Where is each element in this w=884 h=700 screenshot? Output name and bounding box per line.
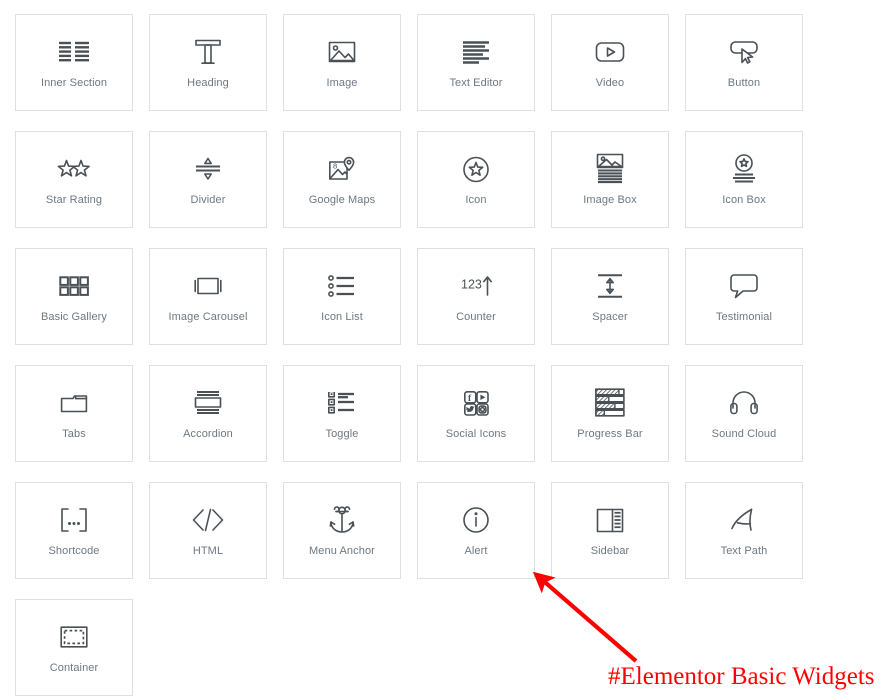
widget-label: Image Carousel: [168, 311, 248, 323]
widget-card-text-path[interactable]: Text Path: [685, 482, 803, 579]
widget-label: Alert: [464, 545, 488, 557]
image-box-icon: [596, 152, 624, 186]
widget-label: Google Maps: [308, 194, 376, 206]
widget-card-social-icons[interactable]: f Social Icons: [417, 365, 535, 462]
inner-section-icon: [58, 35, 90, 69]
heading-t-icon: [194, 35, 222, 69]
info-circle-icon: [463, 503, 489, 537]
widget-card-icon-box[interactable]: Icon Box: [685, 131, 803, 228]
widget-card-basic-gallery[interactable]: Basic Gallery: [15, 248, 133, 345]
widget-card-inner-section[interactable]: Inner Section: [15, 14, 133, 111]
widget-card-toggle[interactable]: Toggle: [283, 365, 401, 462]
widget-label: Social Icons: [445, 428, 507, 440]
widget-label: Text Path: [720, 545, 768, 557]
svg-text:8: 8: [333, 162, 337, 171]
widget-card-heading[interactable]: Heading: [149, 14, 267, 111]
widget-card-counter[interactable]: 123 Counter: [417, 248, 535, 345]
star-rating-icon: [57, 152, 91, 186]
icon-box-icon: [731, 152, 757, 186]
widget-label: Video: [595, 77, 625, 89]
widget-card-divider[interactable]: Divider: [149, 131, 267, 228]
widget-label: Progress Bar: [577, 428, 643, 440]
google-maps-pin-icon: 8: [328, 152, 356, 186]
text-editor-icon: [462, 35, 490, 69]
widget-grid: Inner Section Heading Image Text Editor Vide…: [15, 14, 820, 696]
widget-label: Icon List: [321, 311, 363, 323]
annotation-caption: #Elementor Basic Widgets: [608, 663, 875, 690]
button-cursor-icon: [729, 35, 759, 69]
widget-card-sound-cloud[interactable]: Sound Cloud: [685, 365, 803, 462]
widget-card-icon[interactable]: Icon: [417, 131, 535, 228]
social-icons-icon: f: [463, 386, 489, 420]
widget-label: Image: [326, 77, 358, 89]
icon-list-icon: [328, 269, 356, 303]
widget-label: Accordion: [183, 428, 233, 440]
star-circle-icon: [463, 152, 489, 186]
shortcode-brackets-icon: [58, 503, 90, 537]
widget-label: Basic Gallery: [40, 311, 108, 323]
widget-label: HTML: [192, 545, 224, 557]
widget-label: Heading: [187, 77, 229, 89]
widget-card-sidebar[interactable]: Sidebar: [551, 482, 669, 579]
widget-card-progress-bar[interactable]: Progress Bar: [551, 365, 669, 462]
tabs-folder-icon: [60, 386, 88, 420]
anchor-icon: [329, 503, 355, 537]
accordion-icon: [194, 386, 222, 420]
widget-label: Spacer: [592, 311, 628, 323]
widget-label: Star Rating: [45, 194, 103, 206]
widget-card-google-maps[interactable]: 8 Google Maps: [283, 131, 401, 228]
widget-label: Menu Anchor: [309, 545, 375, 557]
widget-card-button[interactable]: Button: [685, 14, 803, 111]
image-icon: [328, 35, 356, 69]
widget-card-menu-anchor[interactable]: Menu Anchor: [283, 482, 401, 579]
widget-label: Icon: [465, 194, 487, 206]
widget-card-image-carousel[interactable]: Image Carousel: [149, 248, 267, 345]
progress-bar-icon: [595, 386, 625, 420]
widget-label: Button: [727, 77, 761, 89]
widget-label: Testimonial: [715, 311, 773, 323]
counter-123-icon: 123: [460, 269, 492, 303]
widget-card-shortcode[interactable]: Shortcode: [15, 482, 133, 579]
widget-card-star-rating[interactable]: Star Rating: [15, 131, 133, 228]
widget-label: Divider: [190, 194, 226, 206]
widget-label: Image Box: [583, 194, 637, 206]
widget-label: Counter: [456, 311, 496, 323]
gallery-grid-icon: [59, 269, 89, 303]
widget-card-spacer[interactable]: Spacer: [551, 248, 669, 345]
widget-card-image-box[interactable]: Image Box: [551, 131, 669, 228]
widget-label: Container: [49, 662, 99, 674]
widget-card-container[interactable]: Container: [15, 599, 133, 696]
sidebar-layout-icon: [596, 503, 624, 537]
widget-label: Tabs: [62, 428, 86, 440]
container-dashed-icon: [60, 620, 88, 654]
widget-label: Icon Box: [722, 194, 766, 206]
video-play-icon: [595, 35, 625, 69]
widget-card-accordion[interactable]: Accordion: [149, 365, 267, 462]
widget-card-video[interactable]: Video: [551, 14, 669, 111]
code-tags-icon: [192, 503, 224, 537]
widget-label: Sidebar: [590, 545, 630, 557]
widget-label: Inner Section: [40, 77, 108, 89]
text-path-a-icon: [729, 503, 759, 537]
widget-card-text-editor[interactable]: Text Editor: [417, 14, 535, 111]
widget-card-image[interactable]: Image: [283, 14, 401, 111]
speech-bubble-icon: [730, 269, 758, 303]
widget-card-tabs[interactable]: Tabs: [15, 365, 133, 462]
widget-label: Text Editor: [449, 77, 503, 89]
widget-card-alert[interactable]: Alert: [417, 482, 535, 579]
headphones-icon: [730, 386, 758, 420]
widget-label: Sound Cloud: [711, 428, 777, 440]
widget-label: Shortcode: [48, 545, 100, 557]
image-carousel-icon: [192, 269, 224, 303]
widget-card-html[interactable]: HTML: [149, 482, 267, 579]
toggle-list-icon: [328, 386, 356, 420]
widget-card-testimonial[interactable]: Testimonial: [685, 248, 803, 345]
widget-label: Toggle: [325, 428, 359, 440]
svg-text:123: 123: [461, 278, 482, 292]
divider-icon: [194, 152, 222, 186]
widget-card-icon-list[interactable]: Icon List: [283, 248, 401, 345]
spacer-arrows-icon: [597, 269, 623, 303]
